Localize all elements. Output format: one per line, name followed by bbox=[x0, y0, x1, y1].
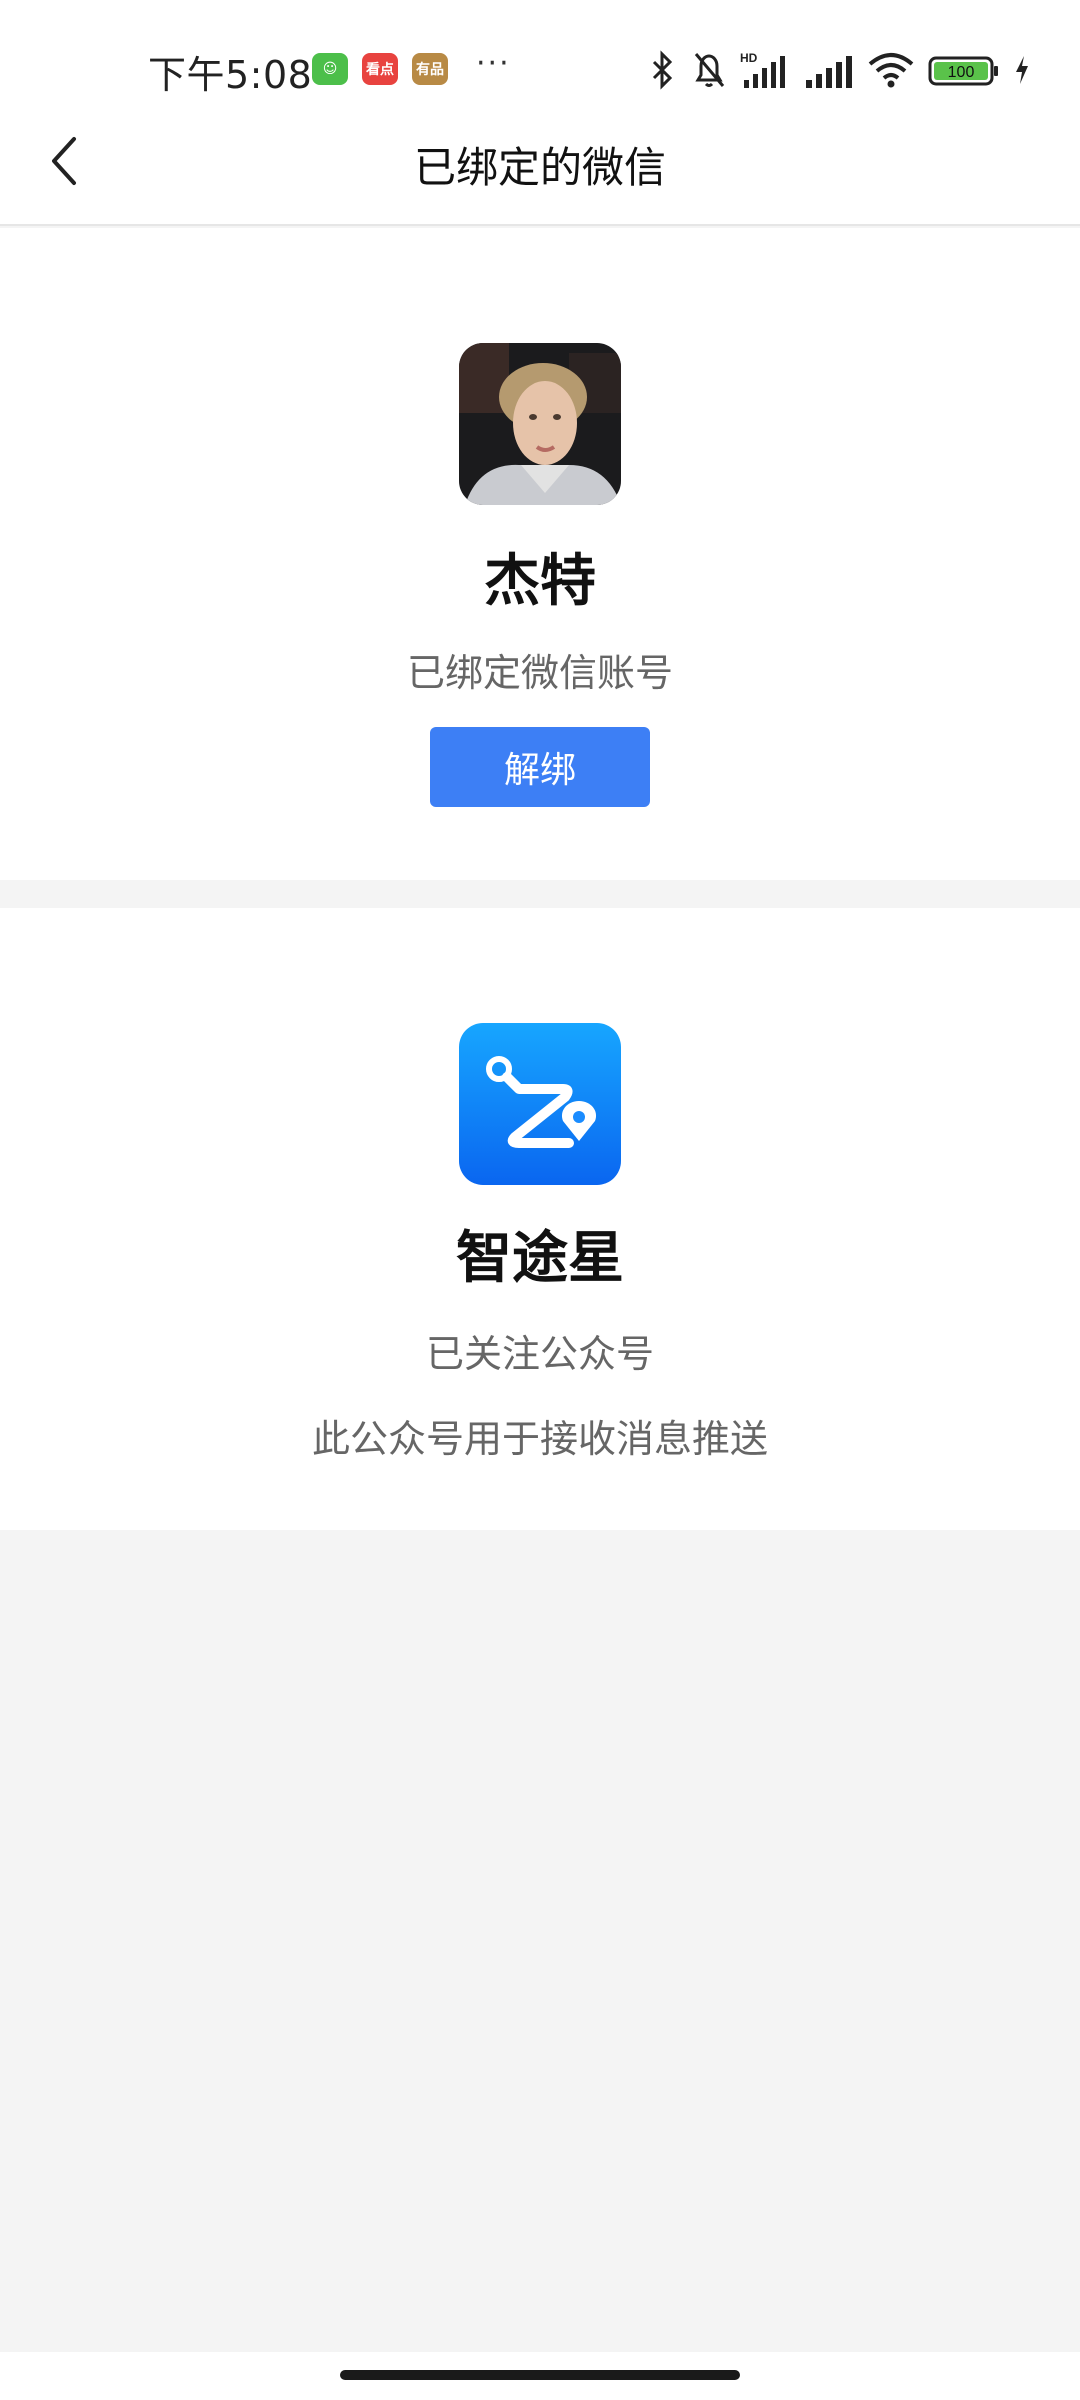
status-time: 下午5:08 bbox=[148, 53, 313, 97]
official-account-name: 智途星 bbox=[456, 1226, 624, 1291]
news-app-icon: 看点 bbox=[362, 53, 398, 85]
signal-hd-icon: HD bbox=[740, 51, 785, 88]
unbind-button[interactable]: 解绑 bbox=[430, 727, 650, 807]
binding-status: 已绑定微信账号 bbox=[406, 651, 673, 695]
zhituxing-logo-icon bbox=[459, 1023, 621, 1185]
wifi-icon bbox=[868, 53, 914, 88]
page-title: 已绑定的微信 bbox=[413, 143, 666, 192]
home-indicator[interactable] bbox=[340, 2370, 740, 2380]
official-account-description: 此公众号用于接收消息推送 bbox=[311, 1417, 768, 1461]
wechat-nickname: 杰特 bbox=[484, 549, 596, 614]
follow-status: 已关注公众号 bbox=[425, 1332, 654, 1376]
battery-icon: 100 bbox=[928, 56, 998, 86]
user-avatar bbox=[459, 343, 621, 505]
wechat-account-card: 杰特 已绑定微信账号 解绑 bbox=[0, 228, 1080, 880]
charging-icon bbox=[1016, 56, 1028, 84]
system-status-icons: HD 100 bbox=[648, 46, 1032, 94]
more-notifications-icon: ··· bbox=[476, 46, 511, 81]
signal-icon bbox=[806, 56, 852, 88]
svg-text:100: 100 bbox=[948, 64, 975, 81]
svg-text:HD: HD bbox=[740, 51, 758, 65]
official-account-card: 智途星 已关注公众号 此公众号用于接收消息推送 bbox=[0, 908, 1080, 1530]
bluetooth-icon bbox=[652, 50, 673, 90]
cat-app-icon: ☺ bbox=[312, 53, 348, 85]
official-account-logo bbox=[459, 1023, 621, 1185]
bell-muted-icon bbox=[694, 53, 725, 87]
youpin-app-icon: 有品 bbox=[412, 53, 448, 85]
navigation-bar: 已绑定的微信 bbox=[0, 96, 1080, 226]
